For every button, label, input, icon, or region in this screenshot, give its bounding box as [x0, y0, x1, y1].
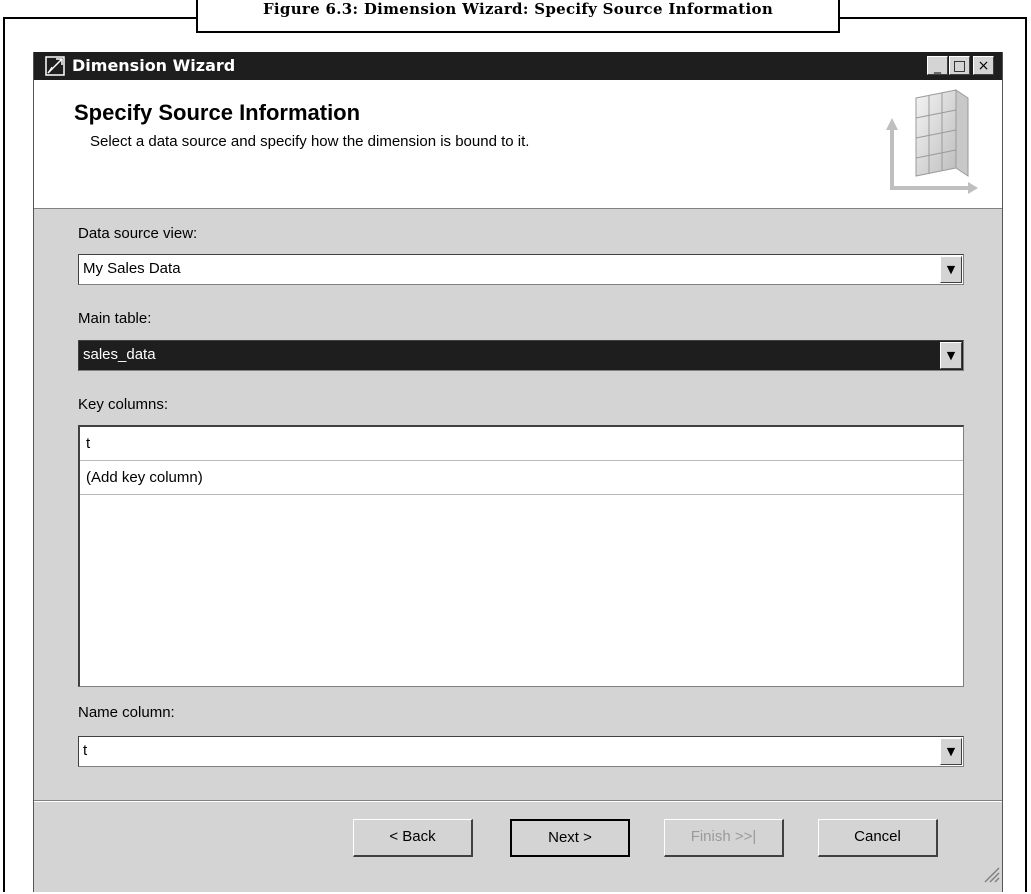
main-table-value: sales_data — [83, 346, 156, 363]
name-column-label: Name column: — [78, 704, 175, 721]
maximize-button[interactable]: □ — [949, 56, 970, 75]
next-button[interactable]: Next > — [510, 819, 630, 857]
key-columns-label: Key columns: — [78, 396, 169, 413]
cube-grid-icon — [886, 89, 978, 194]
figure-frame-top-right — [837, 17, 1027, 19]
page-title: Specify Source Information — [74, 100, 361, 125]
back-button[interactable]: < Back — [353, 819, 473, 857]
cancel-button[interactable]: Cancel — [818, 819, 938, 857]
figure-frame-top-left — [3, 17, 197, 19]
main-table-label: Main table: — [78, 310, 152, 327]
main-table-select[interactable]: sales_data ▼ — [78, 340, 964, 371]
minimize-button[interactable]: _ — [927, 56, 948, 75]
resize-grip-icon[interactable] — [979, 862, 1001, 884]
finish-button[interactable]: Finish >>| — [664, 819, 784, 857]
table-row[interactable]: t — [80, 427, 963, 461]
figure-frame-left — [3, 17, 5, 892]
name-column-value: t — [83, 742, 88, 759]
divider — [34, 801, 1002, 802]
close-button[interactable]: × — [973, 56, 994, 75]
title-bar[interactable]: Dimension Wizard _ □ × — [34, 52, 1002, 80]
add-key-column-row[interactable]: (Add key column) — [80, 461, 963, 495]
data-source-view-label: Data source view: — [78, 225, 198, 242]
name-column-select[interactable]: t ▼ — [78, 736, 964, 767]
window-title: Dimension Wizard — [72, 56, 236, 75]
figure-frame-right — [1025, 17, 1027, 892]
chevron-down-icon[interactable]: ▼ — [940, 738, 962, 765]
chevron-down-icon[interactable]: ▼ — [940, 342, 962, 369]
dimension-wizard-window: Dimension Wizard _ □ × Specify Source In… — [33, 52, 1003, 892]
data-source-view-select[interactable]: My Sales Data ▼ — [78, 254, 964, 285]
page-subtitle: Select a data source and specify how the… — [90, 133, 530, 150]
wizard-header: Specify Source Information Select a data… — [34, 80, 1002, 209]
wizard-icon — [45, 56, 65, 76]
data-source-view-value: My Sales Data — [83, 260, 181, 277]
chevron-down-icon[interactable]: ▼ — [940, 256, 962, 283]
key-columns-grid[interactable]: t (Add key column) — [78, 425, 964, 687]
figure-caption: Figure 6.3: Dimension Wizard: Specify So… — [196, 0, 840, 33]
